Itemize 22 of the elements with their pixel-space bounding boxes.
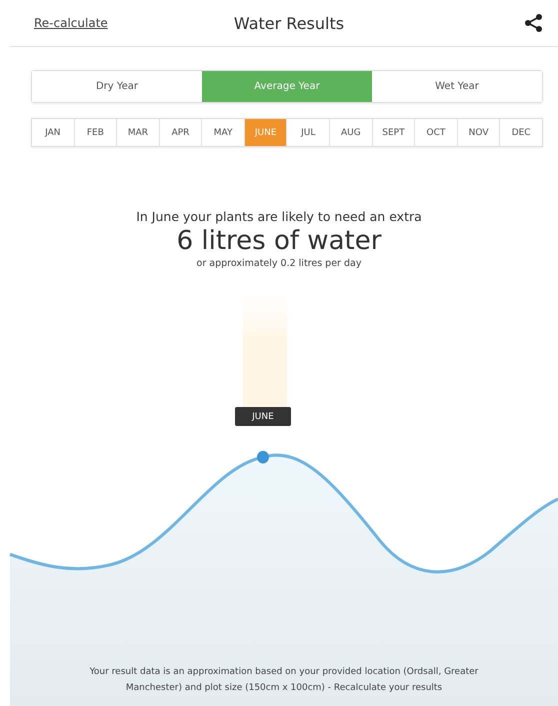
page-title: Water Results (234, 14, 344, 32)
month-tab[interactable]: JAN (32, 119, 74, 146)
daily-amount: or approximately 0.2 litres per day (196, 258, 362, 269)
recalculate-link[interactable]: Re-calculate (34, 16, 144, 30)
month-tab[interactable]: OCT (414, 119, 457, 146)
year-tab[interactable]: Dry Year (32, 71, 202, 102)
month-tab[interactable]: FEB (74, 119, 116, 146)
month-tab[interactable]: MAY (201, 119, 244, 146)
water-amount: 6 litres of water (176, 226, 382, 256)
month-tab[interactable]: SEPT (372, 119, 414, 146)
footer-note: Your result data is an approximation based on your provided location (Ordsall, Greater Manchester) and plot size (150cm x 100cm) - Recalculate your results (88, 666, 480, 695)
year-tab[interactable]: Wet Year (372, 71, 542, 102)
month-tooltip: JUNE (235, 407, 291, 426)
month-tab[interactable]: DEC (499, 119, 542, 146)
month-tab[interactable]: MAR (116, 119, 159, 146)
selected-point-icon (257, 450, 269, 464)
month-tab[interactable]: JUL (286, 119, 330, 146)
result-intro: In June your plants are likely to need an extra (136, 209, 422, 224)
share-icon[interactable] (524, 13, 544, 33)
month-tab[interactable]: NOV (456, 119, 500, 146)
month-tab[interactable]: APR (158, 119, 202, 146)
month-tab[interactable]: AUG (329, 119, 372, 146)
